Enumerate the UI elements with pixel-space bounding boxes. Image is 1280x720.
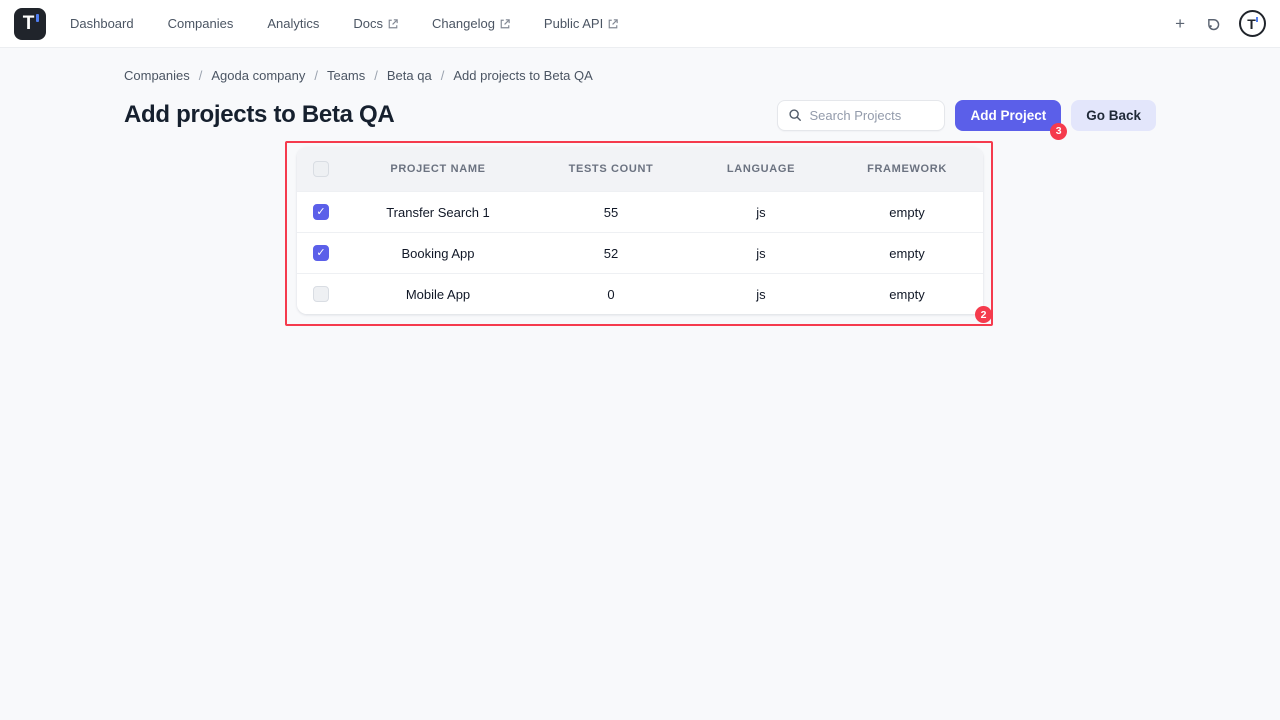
search-icon bbox=[788, 108, 802, 122]
nav-item-dashboard[interactable]: Dashboard bbox=[70, 16, 134, 31]
title-row: Add projects to Beta QA Add Project 3 Go… bbox=[124, 99, 1156, 131]
logo-letter: T bbox=[23, 14, 35, 33]
nav-item-label: Dashboard bbox=[70, 16, 134, 31]
tests-count-cell: 55 bbox=[531, 205, 691, 220]
nav-item-companies[interactable]: Companies bbox=[168, 16, 234, 31]
nav-item-label: Analytics bbox=[267, 16, 319, 31]
breadcrumb-item-companies[interactable]: Companies bbox=[124, 68, 190, 83]
breadcrumb-separator: / bbox=[374, 68, 378, 83]
breadcrumb-separator: / bbox=[199, 68, 203, 83]
language-cell: js bbox=[691, 205, 831, 220]
column-header-tests-count: TESTS COUNT bbox=[531, 163, 691, 175]
breadcrumb-item-current: Add projects to Beta QA bbox=[453, 68, 592, 83]
top-navbar: T Dashboard Companies Analytics Docs Cha… bbox=[0, 0, 1280, 48]
primary-nav: Dashboard Companies Analytics Docs Chang… bbox=[70, 16, 618, 31]
row-checkbox[interactable] bbox=[313, 245, 329, 261]
column-header-language: LANGUAGE bbox=[691, 163, 831, 175]
row-checkbox[interactable] bbox=[313, 204, 329, 220]
framework-cell: empty bbox=[831, 246, 983, 261]
breadcrumb-item-beta-qa[interactable]: Beta qa bbox=[387, 68, 432, 83]
avatar-tick-icon bbox=[1256, 17, 1258, 22]
project-name-cell: Booking App bbox=[345, 246, 531, 261]
breadcrumb: Companies / Agoda company / Teams / Beta… bbox=[124, 68, 1156, 83]
framework-cell: empty bbox=[831, 205, 983, 220]
table-row[interactable]: Mobile App 0 js empty bbox=[297, 273, 983, 314]
column-header-framework: FRAMEWORK bbox=[831, 163, 983, 175]
breadcrumb-item-agoda-company[interactable]: Agoda company bbox=[211, 68, 305, 83]
tests-count-cell: 0 bbox=[531, 287, 691, 302]
project-name-cell: Transfer Search 1 bbox=[345, 205, 531, 220]
plus-icon[interactable]: + bbox=[1175, 15, 1185, 32]
search-box[interactable] bbox=[777, 100, 945, 131]
breadcrumb-separator: / bbox=[314, 68, 318, 83]
breadcrumb-item-teams[interactable]: Teams bbox=[327, 68, 365, 83]
avatar-letter: T bbox=[1247, 17, 1256, 31]
nav-item-docs[interactable]: Docs bbox=[353, 16, 398, 31]
breadcrumb-separator: / bbox=[441, 68, 445, 83]
row-checkbox-cell bbox=[297, 204, 345, 220]
user-avatar[interactable]: T bbox=[1239, 10, 1266, 37]
toolbar: Add Project 3 Go Back bbox=[777, 100, 1156, 131]
table-row[interactable]: Booking App 52 js empty bbox=[297, 232, 983, 273]
page-title: Add projects to Beta QA bbox=[124, 101, 394, 129]
row-checkbox[interactable] bbox=[313, 286, 329, 302]
select-all-checkbox[interactable] bbox=[313, 161, 329, 177]
add-project-button[interactable]: Add Project bbox=[955, 100, 1061, 131]
tests-count-cell: 52 bbox=[531, 246, 691, 261]
table-row[interactable]: Transfer Search 1 55 js empty bbox=[297, 191, 983, 232]
external-link-icon bbox=[388, 19, 398, 29]
projects-table: PROJECT NAME TESTS COUNT LANGUAGE FRAMEW… bbox=[297, 147, 983, 314]
table-header-row: PROJECT NAME TESTS COUNT LANGUAGE FRAMEW… bbox=[297, 147, 983, 191]
annotation-badge-2: 2 bbox=[975, 306, 992, 323]
nav-item-label: Public API bbox=[544, 16, 603, 31]
add-project-wrap: Add Project 3 bbox=[955, 100, 1061, 131]
nav-item-public-api[interactable]: Public API bbox=[544, 16, 618, 31]
projects-table-zone: 2 PROJECT NAME TESTS COUNT LANGUAGE FRAM… bbox=[297, 147, 983, 314]
language-cell: js bbox=[691, 246, 831, 261]
go-back-button[interactable]: Go Back bbox=[1071, 100, 1156, 131]
external-link-icon bbox=[608, 19, 618, 29]
external-link-icon bbox=[500, 19, 510, 29]
logo-tick-icon bbox=[36, 14, 39, 22]
nav-item-label: Changelog bbox=[432, 16, 495, 31]
row-checkbox-cell bbox=[297, 245, 345, 261]
column-header-project-name: PROJECT NAME bbox=[345, 163, 531, 175]
nav-item-changelog[interactable]: Changelog bbox=[432, 16, 510, 31]
nav-item-label: Companies bbox=[168, 16, 234, 31]
activity-icon[interactable] bbox=[1203, 15, 1221, 33]
project-name-cell: Mobile App bbox=[345, 287, 531, 302]
annotation-badge-3: 3 bbox=[1050, 123, 1067, 140]
navbar-right-actions: + T bbox=[1175, 10, 1266, 37]
search-input[interactable] bbox=[809, 108, 934, 123]
framework-cell: empty bbox=[831, 287, 983, 302]
nav-item-label: Docs bbox=[353, 16, 383, 31]
nav-item-analytics[interactable]: Analytics bbox=[267, 16, 319, 31]
main-content: Companies / Agoda company / Teams / Beta… bbox=[124, 48, 1156, 314]
language-cell: js bbox=[691, 287, 831, 302]
row-checkbox-cell bbox=[297, 286, 345, 302]
header-checkbox-cell bbox=[297, 161, 345, 177]
app-logo[interactable]: T bbox=[14, 8, 46, 40]
